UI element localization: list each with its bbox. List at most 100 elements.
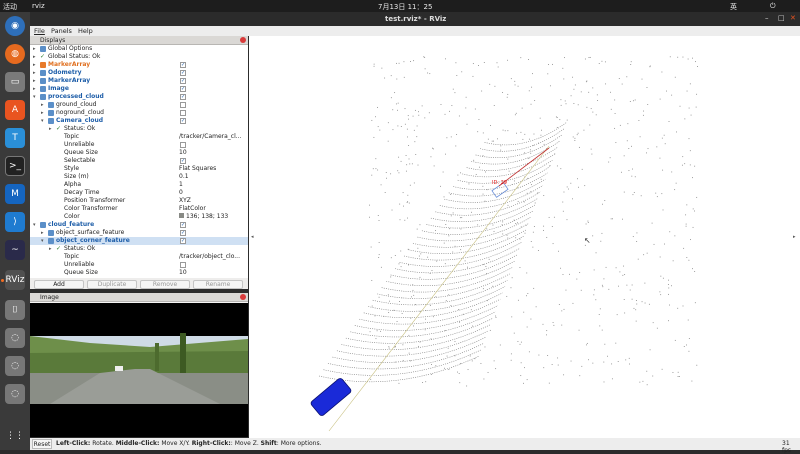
tree-row-value[interactable]: Flat Squares	[179, 165, 216, 173]
expand-right-icon[interactable]: ▸	[41, 229, 44, 237]
enable-checkbox[interactable]: ✓	[180, 78, 186, 84]
enable-checkbox[interactable]: ✓	[180, 70, 186, 76]
input-language[interactable]: 英	[730, 2, 737, 12]
tree-row[interactable]: ▾ Camera_cloud ✓	[30, 117, 248, 125]
expand-down-icon[interactable]: ▾	[41, 237, 44, 245]
tree-row[interactable]: ▸ ✓ Global Status: Ok	[30, 53, 248, 61]
close-image-panel-icon[interactable]	[240, 294, 246, 300]
reset-button[interactable]: Reset	[32, 439, 52, 449]
telegram-icon[interactable]: T	[5, 128, 25, 148]
duplicate-button[interactable]: Duplicate	[87, 280, 137, 289]
expand-right-icon[interactable]: ▸	[41, 109, 44, 117]
menu-help[interactable]: Help	[78, 27, 93, 35]
tree-row[interactable]: ▸ MarkerArray ✓	[30, 61, 248, 69]
expand-right-icon[interactable]: ▸	[49, 125, 52, 133]
rename-button[interactable]: Rename	[193, 280, 243, 289]
app-menu[interactable]: rviz	[32, 2, 45, 10]
tree-row[interactable]: Selectable ✓	[30, 157, 248, 165]
tree-row[interactable]: Topic/tracker/object_clo...	[30, 253, 248, 261]
tree-row-value[interactable]: 10	[179, 149, 187, 157]
activities-button[interactable]: 活动	[3, 2, 17, 12]
expand-down-icon[interactable]: ▾	[33, 93, 36, 101]
tree-row-value[interactable]: /tracker/Camera_cl...	[179, 133, 242, 141]
3d-viewport[interactable]: ID: 29 ↖ ◂ ▸	[249, 36, 800, 438]
tree-row[interactable]: Color 136; 138; 133	[30, 213, 248, 221]
usb-drive-icon[interactable]: ⌷	[5, 300, 25, 320]
tree-row-value[interactable]: 0.1	[179, 173, 189, 181]
vscode-icon[interactable]: ⟩	[5, 212, 25, 232]
tree-row[interactable]: Queue Size 10	[30, 269, 248, 277]
tree-row[interactable]: ▾ processed_cloud ✓	[30, 93, 248, 101]
collapse-right-icon[interactable]: ▸	[793, 234, 796, 240]
tree-row-value[interactable]: 1	[179, 181, 183, 189]
enable-checkbox[interactable]: ✓	[180, 230, 186, 236]
disk-icon-2[interactable]: ◌	[5, 356, 25, 376]
tree-row[interactable]: Unreliable	[30, 141, 248, 149]
tree-row-value[interactable]: /tracker/object_clo...	[179, 253, 240, 261]
tree-row[interactable]: Topic/tracker/Camera_cl...	[30, 133, 248, 141]
terminal-icon[interactable]: >_	[5, 156, 25, 176]
power-icon[interactable]: ⏻	[770, 2, 776, 11]
chrome-icon[interactable]: ◉	[5, 16, 25, 36]
tree-row[interactable]: ▸ Odometry ✓	[30, 69, 248, 77]
disk-icon-3[interactable]: ◌	[5, 384, 25, 404]
firefox-icon[interactable]: ◍	[5, 44, 25, 64]
tree-row-value[interactable]: FlatColor	[179, 205, 206, 213]
color-swatch[interactable]	[179, 213, 184, 218]
tree-row[interactable]: ▸ object_surface_feature ✓	[30, 229, 248, 237]
enable-checkbox[interactable]	[180, 262, 186, 268]
mail-icon[interactable]: M	[5, 184, 25, 204]
expand-right-icon[interactable]: ▸	[41, 101, 44, 109]
tree-row[interactable]: ▸ MarkerArray ✓	[30, 77, 248, 85]
tree-row[interactable]: ▾ cloud_feature ✓	[30, 221, 248, 229]
tree-row[interactable]: Queue Size 10	[30, 149, 248, 157]
tree-row-value[interactable]: 10	[179, 269, 187, 277]
tree-row-value[interactable]: XYZ	[179, 197, 191, 205]
enable-checkbox[interactable]: ✓	[180, 158, 186, 164]
close-window-button[interactable]: ✕	[790, 14, 796, 22]
software-icon[interactable]: A	[5, 100, 25, 120]
tree-row[interactable]: Style Flat Squares	[30, 165, 248, 173]
tree-row[interactable]: Decay Time 0	[30, 189, 248, 197]
expand-right-icon[interactable]: ▸	[33, 77, 36, 85]
tree-row-value[interactable]: 136; 138; 133	[179, 213, 228, 221]
tree-row[interactable]: ▸ Global Options	[30, 45, 248, 53]
collapse-left-icon[interactable]: ◂	[251, 234, 254, 240]
tree-row[interactable]: Unreliable	[30, 261, 248, 269]
tree-row-value[interactable]: 0	[179, 189, 183, 197]
expand-right-icon[interactable]: ▸	[33, 53, 36, 61]
enable-checkbox[interactable]: ✓	[180, 222, 186, 228]
tree-row[interactable]: ▸ ✓ Status: Ok	[30, 125, 248, 133]
enable-checkbox[interactable]: ✓	[180, 238, 186, 244]
minimize-button[interactable]: –	[765, 14, 769, 22]
disk-icon[interactable]: ◌	[5, 328, 25, 348]
tree-row[interactable]: Position Transformer XYZ	[30, 197, 248, 205]
clock[interactable]: 7月13日 11：25	[378, 2, 432, 12]
rviz-icon[interactable]: RViz	[5, 270, 25, 290]
add-button[interactable]: Add	[34, 280, 84, 289]
tree-row[interactable]: Color Transformer FlatColor	[30, 205, 248, 213]
monitor-icon[interactable]: ~	[5, 240, 25, 260]
expand-right-icon[interactable]: ▸	[33, 45, 36, 53]
enable-checkbox[interactable]: ✓	[180, 118, 186, 124]
tree-row[interactable]: Alpha 1	[30, 181, 248, 189]
enable-checkbox[interactable]: ✓	[180, 86, 186, 92]
close-panel-icon[interactable]	[240, 37, 246, 43]
tree-row[interactable]: ▸ noground_cloud	[30, 109, 248, 117]
show-apps-icon[interactable]: ⋮⋮	[5, 426, 25, 446]
expand-down-icon[interactable]: ▾	[41, 117, 44, 125]
expand-right-icon[interactable]: ▸	[33, 85, 36, 93]
tree-row[interactable]: ▾ object_corner_feature ✓	[30, 237, 248, 245]
enable-checkbox[interactable]	[180, 110, 186, 116]
menu-file[interactable]: File	[34, 27, 45, 35]
tree-row[interactable]: ▸ Image ✓	[30, 85, 248, 93]
tree-row[interactable]: ▸ ✓ Status: Ok	[30, 245, 248, 253]
expand-right-icon[interactable]: ▸	[49, 245, 52, 253]
tree-row[interactable]: Size (m) 0.1	[30, 173, 248, 181]
tree-row[interactable]: ▸ ground_cloud	[30, 101, 248, 109]
enable-checkbox[interactable]: ✓	[180, 62, 186, 68]
expand-right-icon[interactable]: ▸	[33, 61, 36, 69]
enable-checkbox[interactable]	[180, 142, 186, 148]
maximize-button[interactable]: □	[778, 14, 785, 22]
enable-checkbox[interactable]	[180, 102, 186, 108]
